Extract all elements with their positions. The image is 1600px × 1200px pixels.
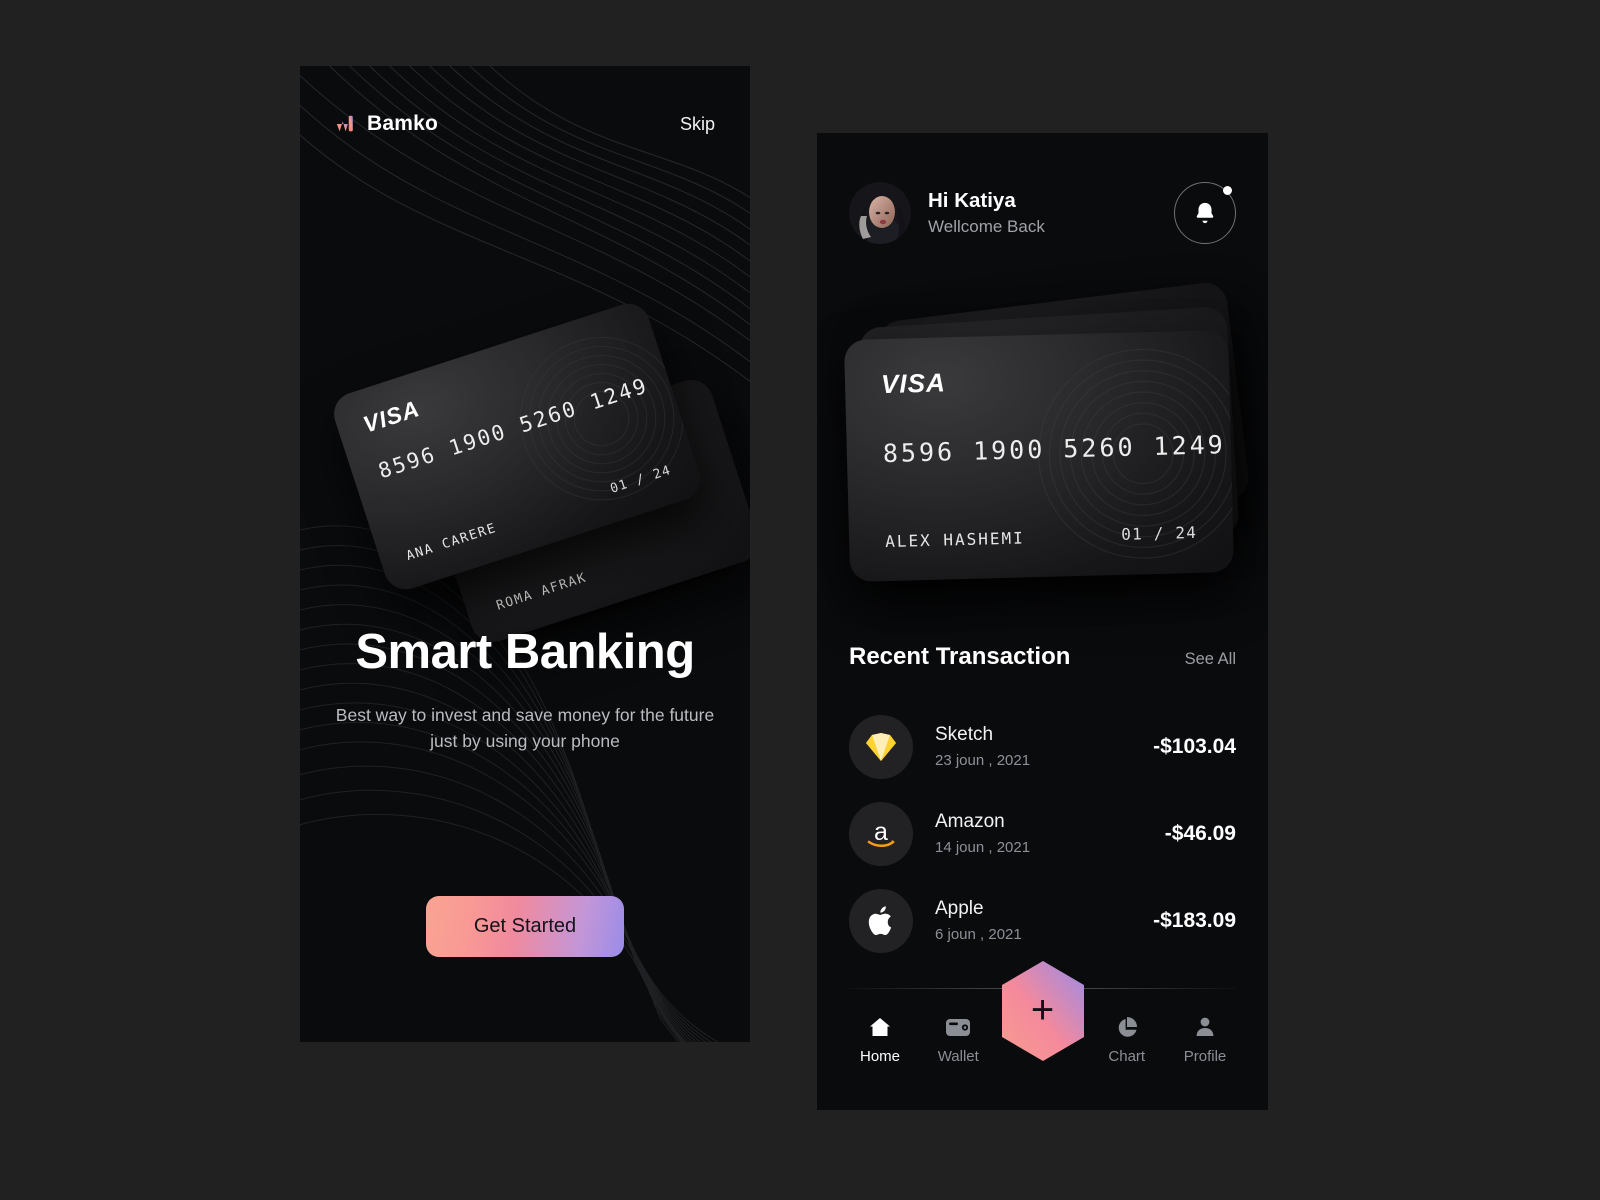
nav-item-profile[interactable]: Profile xyxy=(1166,1001,1244,1065)
greeting-name: Hi Katiya xyxy=(928,189,1016,212)
notification-button[interactable] xyxy=(1174,182,1236,244)
transactions-title: Recent Transaction xyxy=(849,643,1071,670)
user-avatar-image xyxy=(849,182,911,244)
avatar[interactable] xyxy=(849,182,911,244)
apple-icon xyxy=(849,888,913,953)
transaction-date: 14 joun , 2021 xyxy=(935,839,1031,856)
nav-label-chart: Chart xyxy=(1108,1048,1146,1065)
chart-pie-icon xyxy=(1118,1017,1137,1037)
user-greeting-block: Hi Katiya Wellcome Back xyxy=(849,182,1045,244)
notification-dot xyxy=(1223,186,1232,195)
transaction-amount: -$46.09 xyxy=(1164,821,1236,845)
transaction-date: 23 joun , 2021 xyxy=(935,752,1031,769)
transaction-amount: -$183.09 xyxy=(1153,908,1236,932)
bamko-logo-icon xyxy=(336,115,353,132)
transaction-name: Apple xyxy=(935,898,984,919)
table-row[interactable]: Apple 6 joun , 2021 -$183.09 xyxy=(849,877,1236,964)
visa-logo-icon: VISA xyxy=(359,395,423,438)
page-subtitle: Best way to invest and save money for th… xyxy=(335,704,715,752)
page-title: Smart Banking xyxy=(355,625,695,679)
home-card-stack: VISA 8596 1900 5260 1249 ALEX HASHEMI 01… xyxy=(817,273,1268,613)
visa-logo-icon: VISA xyxy=(880,367,947,400)
home-header: Hi Katiya Wellcome Back xyxy=(849,178,1236,248)
transactions-list: Sketch 23 joun , 2021 -$103.04 a Amazon … xyxy=(849,703,1236,964)
see-all-button[interactable]: See All xyxy=(1185,650,1236,669)
plus-icon: + xyxy=(1030,988,1055,1032)
table-row[interactable]: Sketch 23 joun , 2021 -$103.04 xyxy=(849,703,1236,790)
brand-logo: Bamko xyxy=(335,112,438,136)
transaction-meta: Apple 6 joun , 2021 xyxy=(935,898,1153,943)
profile-icon xyxy=(1196,1017,1214,1036)
transaction-meta: Amazon 14 joun , 2021 xyxy=(935,811,1165,856)
transactions-header: Recent Transaction See All xyxy=(849,643,1236,671)
nav-label-wallet: Wallet xyxy=(937,1048,979,1065)
greeting-subtitle: Wellcome Back xyxy=(928,217,1045,236)
transaction-amount: -$103.04 xyxy=(1153,734,1236,758)
onboarding-screen: Bamko Skip ROMA AFRAK VISA 8596 1900 526… xyxy=(300,66,750,1042)
screenshot-canvas: Bamko Skip ROMA AFRAK VISA 8596 1900 526… xyxy=(0,0,1600,1200)
card-holder-name-back: ROMA AFRAK xyxy=(494,570,589,614)
card-expiry: 01 / 24 xyxy=(1120,522,1198,544)
transaction-name: Amazon xyxy=(935,811,1005,832)
nav-item-chart[interactable]: Chart xyxy=(1088,1001,1166,1065)
onboarding-card-stack: ROMA AFRAK VISA 8596 1900 5260 1249 ANA … xyxy=(300,256,750,648)
add-transaction-button[interactable]: + xyxy=(997,959,1089,1063)
home-screen: Hi Katiya Wellcome Back VISA 8596 1900 5… xyxy=(817,133,1268,1110)
cta-container: Get Started xyxy=(300,896,750,957)
card-holder-name: ALEX HASHEMI xyxy=(884,528,1025,552)
greeting-text: Hi Katiya Wellcome Back xyxy=(928,189,1045,237)
nav-label-profile: Profile xyxy=(1183,1048,1227,1065)
transaction-name: Sketch xyxy=(935,724,994,745)
table-row[interactable]: a Amazon 14 joun , 2021 -$46.09 xyxy=(849,790,1236,877)
credit-card-front[interactable]: VISA 8596 1900 5260 1249 ALEX HASHEMI 01… xyxy=(843,330,1235,582)
amazon-icon: a xyxy=(849,801,913,866)
svg-text:a: a xyxy=(874,818,888,846)
onboarding-copy: Smart Banking Best way to invest and sav… xyxy=(300,625,750,754)
bell-icon xyxy=(1196,202,1214,224)
skip-button[interactable]: Skip xyxy=(680,114,715,135)
brand-name: Bamko xyxy=(367,112,439,135)
transaction-date: 6 joun , 2021 xyxy=(935,926,1022,943)
nav-item-wallet[interactable]: Wallet xyxy=(919,1001,997,1065)
card-holder-name: ANA CARERE xyxy=(404,520,499,565)
wallet-icon xyxy=(946,1019,971,1036)
get-started-button[interactable]: Get Started xyxy=(425,896,625,957)
onboarding-header: Bamko Skip xyxy=(335,112,715,136)
nav-label-home: Home xyxy=(859,1048,900,1065)
home-icon xyxy=(870,1018,890,1036)
sketch-icon xyxy=(849,714,913,779)
nav-item-home[interactable]: Home xyxy=(841,1001,919,1065)
transaction-meta: Sketch 23 joun , 2021 xyxy=(935,724,1153,769)
